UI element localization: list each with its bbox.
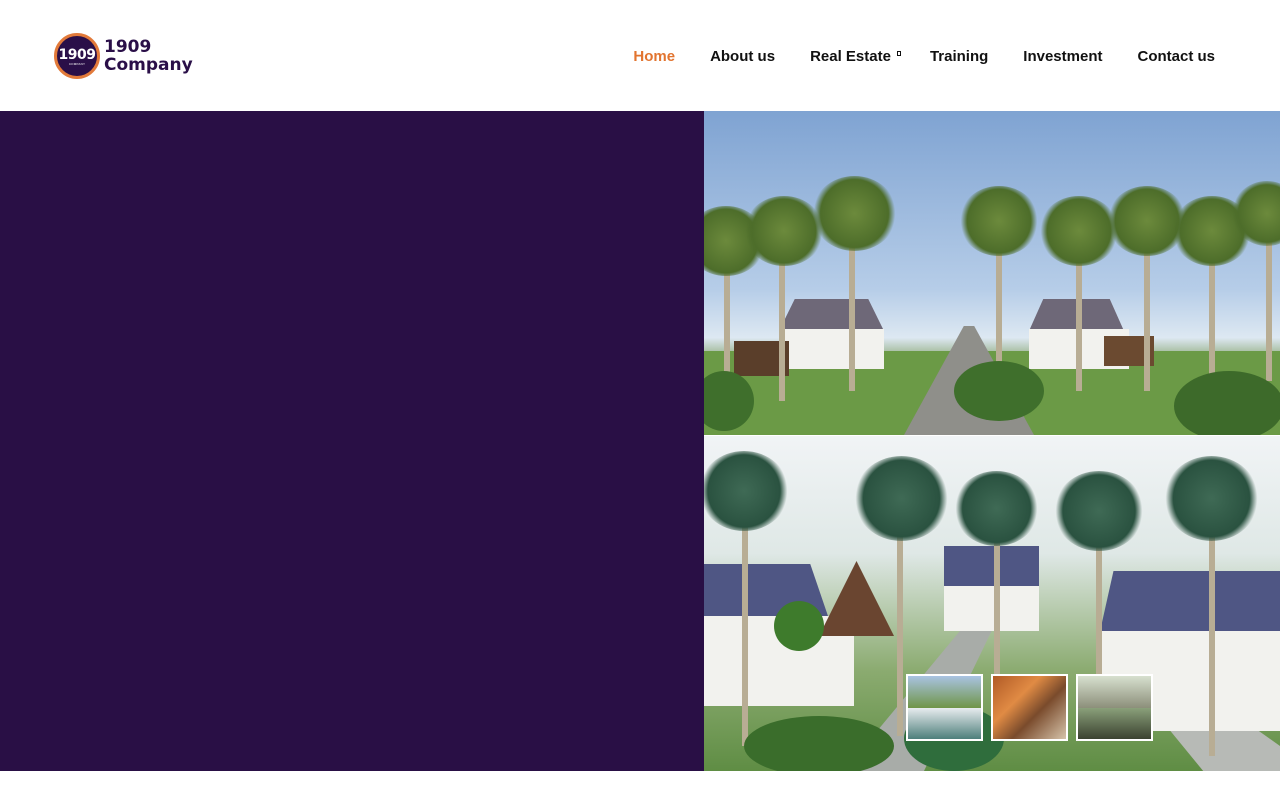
logo-badge-subtext: COMPANY [68,62,86,66]
page-bottom-strip [0,771,1280,800]
nav-real-estate[interactable]: Real Estate [810,48,901,65]
nav-contact-us[interactable]: Contact us [1137,48,1215,65]
nav-about-us-label: About us [710,47,776,65]
hero-image-slider[interactable] [704,111,1280,771]
nav-training[interactable]: Training [930,48,988,65]
site-logo[interactable]: 1909 COMPANY 1909 Company [54,32,193,80]
site-header: 1909 COMPANY 1909 Company Home About us … [0,0,1280,111]
nav-investment[interactable]: Investment [1023,48,1102,65]
logo-wordmark-line2: Company [104,55,193,75]
thumbnail-poultry-icon[interactable] [991,674,1068,741]
logo-wordmark: 1909 Company [104,38,193,74]
logo-badge-number: 1909 [58,47,96,63]
logo-wordmark-line1: 1909 [104,37,152,57]
nav-home-label: Home [633,47,676,65]
slider-thumbnails [906,674,1153,741]
nav-training-label: Training [929,47,989,65]
nav-real-estate-label: Real Estate [810,47,891,65]
thumbnail-houses-icon[interactable] [1076,674,1153,741]
nav-about-us[interactable]: About us [710,48,775,65]
hero-text-panel [0,111,704,771]
nav-contact-us-label: Contact us [1137,47,1215,65]
nav-home[interactable]: Home [633,48,675,65]
nav-investment-label: Investment [1023,47,1103,65]
dropdown-caret-icon [896,50,901,56]
hero-image-estate-street [704,111,1280,435]
logo-badge-icon: 1909 COMPANY [54,33,100,79]
main-nav: Home About us Real Estate Training Inves… [633,44,1215,68]
thumbnail-estate-icon[interactable] [906,674,983,741]
